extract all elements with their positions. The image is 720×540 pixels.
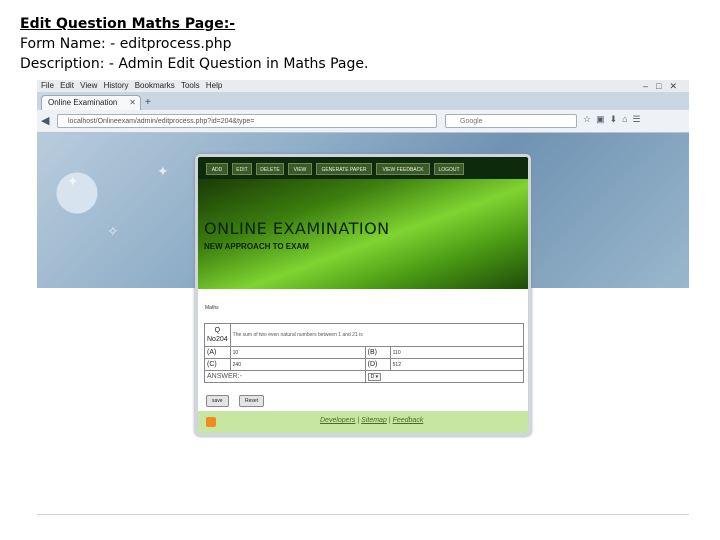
menu-view[interactable]: View <box>80 81 97 90</box>
answer-value: D <box>370 373 375 380</box>
site-nav: ADD EDIT DELETE VIEW GENERATE PAPER VIEW… <box>198 157 528 179</box>
window-controls[interactable]: –□✕ <box>643 80 685 92</box>
url-bar[interactable]: localhost/Onlineexam/admin/editprocess.p… <box>57 114 437 128</box>
sparkle-icon: ✦ <box>157 163 169 179</box>
menu-help[interactable]: Help <box>206 81 222 90</box>
sparkle-icon: ✦ <box>67 173 79 189</box>
banner-title: ONLINE EXAMINATION <box>204 219 390 238</box>
question-text-field[interactable]: The sum of two even natural numbers betw… <box>229 323 525 347</box>
menu-bar: File Edit View History Bookmarks Tools H… <box>37 80 689 92</box>
rss-icon[interactable] <box>206 417 216 427</box>
slide-header: Edit Question Maths Page:- Form Name: - … <box>20 14 700 74</box>
table-row: Q No204 The sum of two even natural numb… <box>204 323 525 347</box>
footer-links: Developers | Sitemap | Feedback <box>320 417 423 424</box>
question-table: Q No204 The sum of two even natural numb… <box>204 323 525 383</box>
tab-online-examination[interactable]: Online Examination ✕ <box>41 95 141 110</box>
option-d-label: (D) <box>364 358 391 371</box>
save-button[interactable]: save <box>206 395 229 407</box>
nav-edit[interactable]: EDIT <box>232 163 252 175</box>
reset-button[interactable]: Reset <box>239 395 265 407</box>
feedback-link[interactable]: Feedback <box>393 417 424 424</box>
navigation-bar: ◀ localhost/Onlineexam/admin/editprocess… <box>37 110 689 133</box>
option-c-input[interactable]: 240 <box>229 358 366 371</box>
question-label: Q <box>214 327 221 334</box>
option-a-input[interactable]: 10 <box>229 346 366 359</box>
tab-strip: Online Examination ✕ + <box>37 92 689 110</box>
developers-link[interactable]: Developers <box>320 417 355 424</box>
page-label: Maths <box>205 305 219 311</box>
nav-delete[interactable]: DELETE <box>256 163 284 175</box>
nav-logout[interactable]: LOGOUT <box>434 163 464 175</box>
menu-history[interactable]: History <box>104 81 129 90</box>
table-row: (C) 240 (D) 512 <box>204 358 525 371</box>
question-number-cell: Q No204 <box>204 323 231 347</box>
site-banner: ONLINE EXAMINATION NEW APPROACH TO EXAM <box>198 179 528 289</box>
tab-label: Online Examination <box>48 98 118 107</box>
back-icon[interactable]: ◀ <box>41 114 49 128</box>
banner-subtitle: NEW APPROACH TO EXAM <box>204 242 309 251</box>
option-b-label: (B) <box>364 346 391 359</box>
menu-file[interactable]: File <box>41 81 54 90</box>
slide-title: Edit Question Maths Page:- <box>20 16 236 32</box>
table-row: (A) 10 (B) 110 <box>204 346 525 359</box>
nav-view[interactable]: VIEW <box>288 163 312 175</box>
site-footer: Developers | Sitemap | Feedback <box>198 411 528 433</box>
nav-generate-paper[interactable]: GENERATE PAPER <box>316 163 372 175</box>
menu-bookmarks[interactable]: Bookmarks <box>135 81 175 90</box>
close-icon[interactable]: ✕ <box>129 96 136 110</box>
toolbar-icons[interactable]: ☆▣⬇⌂☰ <box>583 114 646 125</box>
menu-tools[interactable]: Tools <box>181 81 200 90</box>
question-number: No204 <box>207 336 228 343</box>
separator: | <box>388 417 391 424</box>
option-b-input[interactable]: 110 <box>389 346 525 359</box>
nav-view-feedback[interactable]: VIEW FEEDBACK <box>376 163 430 175</box>
button-row: save Reset <box>206 389 270 407</box>
exam-page: ADD EDIT DELETE VIEW GENERATE PAPER VIEW… <box>195 154 531 436</box>
table-row: ANSWER:- D ▾ <box>204 370 525 383</box>
description: Description: - Admin Edit Question in Ma… <box>20 56 369 72</box>
answer-cell: D ▾ <box>364 370 525 383</box>
menu-edit[interactable]: Edit <box>60 81 74 90</box>
answer-select[interactable]: D ▾ <box>367 372 382 381</box>
new-tab-icon[interactable]: + <box>145 97 151 108</box>
nav-add[interactable]: ADD <box>206 163 228 175</box>
sitemap-link[interactable]: Sitemap <box>361 417 387 424</box>
chevron-down-icon: ▾ <box>375 373 379 380</box>
sparkle-icon: ✧ <box>107 223 119 239</box>
separator: | <box>357 417 360 424</box>
option-a-label: (A) <box>204 346 231 359</box>
form-name: Form Name: - editprocess.php <box>20 36 232 52</box>
option-d-input[interactable]: 512 <box>389 358 525 371</box>
search-input[interactable]: Google <box>445 114 577 128</box>
answer-label: ANSWER:- <box>204 370 366 383</box>
option-c-label: (C) <box>204 358 231 371</box>
